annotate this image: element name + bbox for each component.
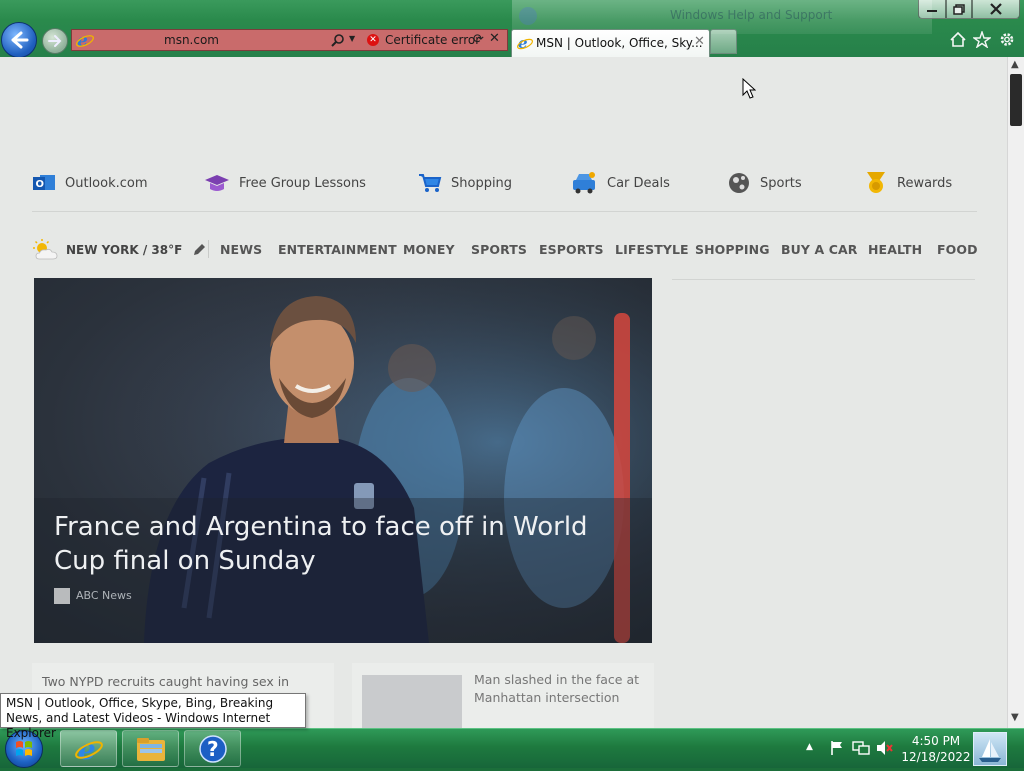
ghost-window-title: Windows Help and Support — [670, 8, 833, 22]
certificate-error-label[interactable]: Certificate error — [385, 33, 480, 47]
nav-separator — [208, 240, 209, 258]
restore-button[interactable] — [946, 0, 972, 19]
minimize-icon — [927, 10, 937, 12]
clock-date[interactable]: 12/18/2022 — [900, 750, 972, 764]
divider — [672, 279, 975, 280]
stop-icon[interactable]: ✕ — [489, 31, 500, 46]
nav-money[interactable]: MONEY — [403, 242, 455, 257]
clock-time[interactable]: 4:50 PM — [900, 734, 972, 748]
car-icon — [573, 172, 595, 194]
quicklink-label: Car Deals — [607, 175, 670, 191]
hero-title[interactable]: France and Argentina to face off in Worl… — [54, 510, 634, 578]
forward-button[interactable] — [42, 28, 68, 54]
graduation-cap-icon — [205, 175, 229, 191]
browser-chrome: Windows Help and Support e msn.com ▼ ✕ C… — [0, 0, 1024, 57]
weather-location-temp[interactable]: NEW YORK / 38°F — [66, 243, 182, 257]
search-icon[interactable] — [331, 32, 345, 51]
favorites-star-icon[interactable] — [971, 29, 993, 52]
story-card[interactable]: Man slashed in the face at Manhattan int… — [352, 663, 654, 728]
new-tab-button[interactable] — [710, 29, 737, 54]
quicklink-shopping[interactable]: Shopping — [418, 171, 512, 195]
ie-tab-icon: e — [517, 34, 533, 55]
vertical-scrollbar[interactable]: ▲ ▼ — [1007, 57, 1024, 728]
quicklink-outlook[interactable]: O Outlook.com — [32, 171, 148, 195]
scroll-down-icon[interactable]: ▼ — [1011, 712, 1019, 723]
rewards-medal-icon — [867, 172, 885, 193]
restore-icon — [953, 3, 965, 15]
tab-title: MSN | Outlook, Office, Sky... — [536, 36, 703, 50]
nav-buy-a-car[interactable]: BUY A CAR — [781, 242, 857, 257]
forward-arrow-icon — [48, 35, 62, 47]
quicklink-label: Outlook.com — [65, 175, 148, 191]
certificate-error-icon[interactable]: ✕ — [367, 34, 379, 46]
close-window-button[interactable] — [972, 0, 1020, 19]
address-url[interactable]: msn.com — [164, 33, 219, 47]
quicklink-rewards[interactable]: Rewards — [864, 171, 952, 195]
close-icon — [990, 3, 1002, 15]
tooltip-text: MSN | Outlook, Office, Skype, Bing, Brea… — [6, 696, 274, 740]
nav-sports[interactable]: SPORTS — [471, 242, 527, 257]
story-thumbnail — [362, 675, 462, 728]
tab-msn[interactable]: e MSN | Outlook, Office, Sky... ✕ — [511, 29, 710, 57]
quicklink-car-deals[interactable]: Car Deals — [570, 171, 670, 195]
refresh-icon[interactable]: ⟳ — [473, 32, 484, 47]
page-viewport: O Outlook.com Free Group Lessons Shoppin… — [0, 57, 1007, 728]
nav-news[interactable]: NEWS — [220, 242, 262, 257]
pencil-icon[interactable] — [192, 243, 206, 257]
action-center-flag-icon[interactable] — [829, 740, 845, 756]
quicklink-free-group-lessons[interactable]: Free Group Lessons — [204, 171, 366, 195]
back-button[interactable] — [1, 22, 37, 57]
ie-page-icon: e — [76, 31, 94, 53]
hero-story[interactable]: France and Argentina to face off in Worl… — [34, 278, 652, 643]
show-hidden-icons-icon[interactable]: ▲ — [806, 742, 813, 752]
partly-cloudy-icon — [33, 239, 58, 260]
minimize-button[interactable] — [918, 0, 946, 19]
news-source-logo — [54, 588, 70, 604]
network-icon[interactable] — [852, 740, 870, 756]
address-bar[interactable]: e msn.com ▼ ✕ Certificate error ⟳ ✕ — [71, 29, 508, 51]
chevron-down-icon[interactable]: ▼ — [349, 34, 355, 43]
home-icon[interactable] — [949, 31, 967, 52]
volume-muted-icon[interactable] — [876, 740, 894, 756]
window-tooltip: MSN | Outlook, Office, Skype, Bing, Brea… — [0, 693, 306, 740]
scroll-thumb[interactable] — [1010, 74, 1022, 126]
quicklink-sports[interactable]: Sports — [727, 171, 802, 195]
nav-shopping[interactable]: SHOPPING — [695, 242, 770, 257]
nav-food[interactable]: FOOD — [937, 242, 978, 257]
mouse-cursor-icon — [742, 78, 756, 99]
ghost-window-icon — [519, 7, 537, 25]
nav-esports[interactable]: ESPORTS — [539, 242, 604, 257]
nav-lifestyle[interactable]: LIFESTYLE — [615, 242, 689, 257]
nav-health[interactable]: HEALTH — [868, 242, 922, 257]
quicklink-label: Sports — [760, 175, 802, 191]
news-source: ABC News — [76, 589, 132, 602]
svg-text:O: O — [36, 179, 45, 190]
tab-close-icon[interactable]: ✕ — [694, 34, 705, 49]
scroll-up-icon[interactable]: ▲ — [1011, 59, 1019, 70]
quicklink-label: Rewards — [897, 175, 953, 191]
back-arrow-icon — [11, 31, 29, 49]
nav-entertainment[interactable]: ENTERTAINMENT — [278, 242, 397, 257]
divider — [32, 211, 977, 212]
weather-widget[interactable]: NEW YORK / 38°F — [32, 239, 206, 261]
gear-icon[interactable] — [998, 31, 1016, 52]
outlook-icon: O — [33, 175, 55, 190]
story-headline[interactable]: Man slashed in the face at Manhattan int… — [474, 671, 644, 707]
sports-ball-icon — [729, 173, 749, 193]
quicklink-label: Free Group Lessons — [239, 175, 366, 191]
show-desktop-button[interactable] — [973, 732, 1007, 766]
shopping-cart-icon — [419, 174, 442, 192]
sailboat-icon — [979, 739, 1001, 762]
quicklink-label: Shopping — [451, 175, 513, 191]
